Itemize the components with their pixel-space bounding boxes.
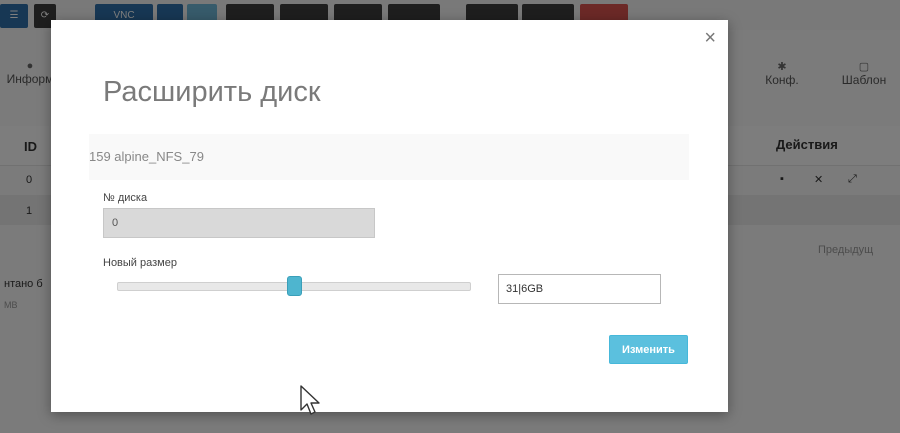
new-size-field[interactable] [498,274,661,304]
vm-name: 159 alpine_NFS_79 [89,149,204,164]
dialog-title: Расширить диск [103,76,321,108]
apply-button[interactable]: Изменить [609,335,688,364]
disk-number-field[interactable] [103,208,375,238]
size-slider-handle[interactable] [286,276,302,296]
expand-disk-dialog: × Расширить диск 159 alpine_NFS_79 № дис… [51,20,728,415]
new-size-label: Новый размер [103,257,177,269]
disk-number-label: № диска [103,192,148,204]
close-icon[interactable]: × [704,28,716,48]
mouse-cursor-icon [300,385,320,415]
